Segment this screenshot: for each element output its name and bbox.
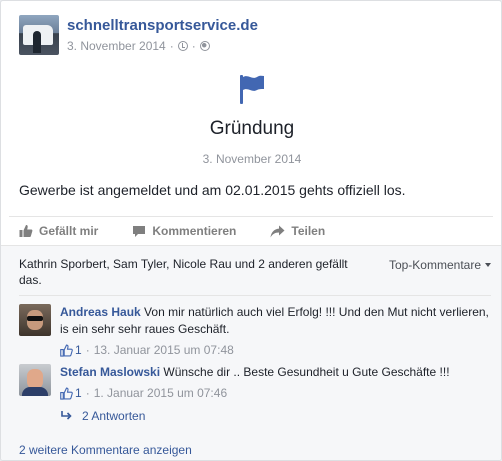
share-arrow-icon	[270, 225, 285, 237]
life-event-date: 3. November 2014	[202, 152, 302, 166]
meta-separator: ·	[85, 343, 90, 357]
page-avatar[interactable]	[19, 15, 59, 55]
share-label: Teilen	[291, 224, 326, 238]
comment-meta: 1 · 1. Januar 2015 um 07:46	[60, 385, 450, 402]
more-comments-link[interactable]: 2 weitere Kommentare anzeigen	[19, 443, 192, 457]
speech-bubble-icon	[133, 226, 146, 237]
life-event: Gründung 3. November 2014	[1, 73, 501, 167]
comment-timestamp[interactable]: 13. Januar 2015 um 07:48	[94, 342, 234, 359]
post-meta: schnelltransportservice.de 3. November 2…	[67, 15, 258, 57]
reply-arrow-icon	[61, 411, 72, 420]
replies-label: 2 Antworten	[82, 409, 146, 423]
date-separator: ·	[169, 39, 174, 53]
comment-text: Wünsche dir .. Beste Gesundheit u Gute G…	[163, 365, 450, 379]
comment-author[interactable]: Andreas Hauk	[60, 305, 141, 319]
comment-item: Andreas Hauk Von mir natürlich auch viel…	[19, 304, 489, 359]
action-bar: Gefällt mir Kommentieren Teilen	[9, 216, 493, 245]
page-name-link[interactable]: schnelltransportservice.de	[67, 16, 258, 36]
clock-icon	[177, 41, 188, 51]
comments-section: Kathrin Sporbert, Sam Tyler, Nicole Rau …	[1, 245, 501, 460]
thumbs-up-icon	[60, 344, 73, 357]
post-date[interactable]: 3. November 2014	[67, 38, 166, 54]
comment-like-count[interactable]: 1	[60, 342, 82, 359]
comment-meta: 1 · 13. Januar 2015 um 07:48	[60, 342, 489, 359]
flag-icon	[240, 75, 264, 104]
comment-button[interactable]: Kommentieren	[132, 224, 236, 238]
divider	[19, 295, 491, 296]
post-card: schnelltransportservice.de 3. November 2…	[0, 0, 502, 461]
comment-author[interactable]: Stefan Maslowski	[60, 365, 160, 379]
like-count-value: 1	[75, 386, 82, 400]
comment-item: Stefan Maslowski Wünsche dir .. Beste Ge…	[19, 364, 489, 402]
like-button[interactable]: Gefällt mir	[19, 224, 98, 238]
view-replies-link[interactable]: 2 Antworten	[61, 409, 145, 423]
chevron-down-icon	[485, 263, 491, 267]
like-count-value: 1	[75, 343, 82, 357]
commenter-avatar[interactable]	[19, 364, 51, 396]
comment-body: Stefan Maslowski Wünsche dir .. Beste Ge…	[60, 364, 450, 402]
post-text: Gewerbe ist angemeldet und am 02.01.2015…	[19, 182, 406, 198]
thumbs-up-icon	[60, 387, 73, 400]
share-button[interactable]: Teilen	[270, 224, 325, 238]
comment-body: Andreas Hauk Von mir natürlich auch viel…	[60, 304, 489, 359]
likes-summary[interactable]: Kathrin Sporbert, Sam Tyler, Nicole Rau …	[19, 256, 369, 288]
like-label: Gefällt mir	[39, 224, 99, 238]
date-separator-2: ·	[191, 39, 196, 53]
top-comments-label: Top-Kommentare	[388, 258, 481, 272]
post-header: schnelltransportservice.de 3. November 2…	[19, 15, 258, 57]
commenter-avatar[interactable]	[19, 304, 51, 336]
comment-timestamp[interactable]: 1. Januar 2015 um 07:46	[94, 385, 227, 402]
globe-icon[interactable]	[199, 41, 210, 51]
life-event-title: Gründung	[209, 118, 295, 139]
comment-label: Kommentieren	[152, 224, 237, 238]
post-date-row: 3. November 2014 · ·	[67, 38, 258, 54]
thumbs-up-icon	[19, 225, 33, 237]
meta-separator: ·	[85, 386, 90, 400]
top-comments-dropdown[interactable]: Top-Kommentare	[389, 258, 491, 272]
comment-like-count[interactable]: 1	[60, 385, 82, 402]
